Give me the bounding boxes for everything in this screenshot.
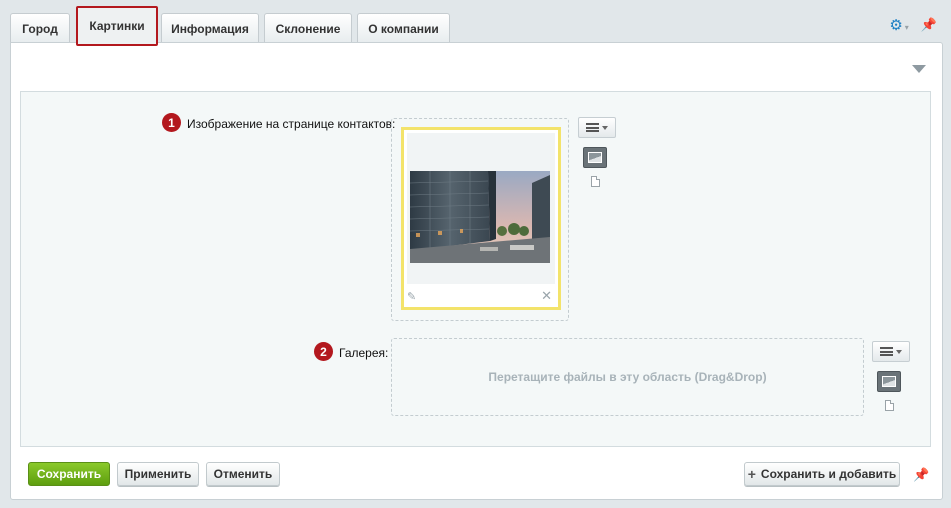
tab-declension[interactable]: Склонение bbox=[264, 13, 352, 43]
tab-images[interactable]: Картинки bbox=[76, 6, 158, 46]
field-number-badge: 2 bbox=[314, 342, 333, 361]
top-toolbar: ⚙ ▾ 📌 bbox=[889, 16, 937, 34]
dropzone-text: Перетащите файлы в эту область (Drag&Dro… bbox=[488, 370, 767, 384]
image-icon bbox=[882, 376, 896, 387]
image-thumbnail-area bbox=[407, 133, 555, 284]
field-menu-button[interactable] bbox=[578, 117, 616, 138]
plus-icon: + bbox=[747, 466, 756, 482]
chevron-down-icon[interactable]: ▾ bbox=[905, 23, 909, 32]
add-image-button[interactable] bbox=[877, 371, 901, 392]
save-and-add-label: Сохранить и добавить bbox=[760, 467, 897, 481]
add-image-button[interactable] bbox=[583, 147, 607, 168]
images-section: 1 Изображение на странице контактов: ✎ ✕… bbox=[20, 91, 931, 447]
tab-about-company[interactable]: О компании bbox=[357, 13, 450, 43]
contact-image-tools bbox=[578, 117, 616, 187]
contact-image-field: ✎ ✕ bbox=[391, 118, 569, 321]
pin-icon[interactable]: 📌 bbox=[913, 467, 929, 483]
gear-icon[interactable]: ⚙ bbox=[889, 17, 902, 34]
delete-icon[interactable]: ✕ bbox=[541, 288, 552, 304]
file-icon[interactable] bbox=[591, 176, 600, 187]
form-panel: 1 Изображение на странице контактов: ✎ ✕… bbox=[10, 42, 943, 500]
menu-icon bbox=[586, 123, 599, 132]
chevron-down-icon bbox=[602, 125, 608, 130]
edit-icon[interactable]: ✎ bbox=[407, 290, 416, 303]
chevron-down-icon bbox=[896, 349, 902, 354]
pin-icon[interactable]: 📌 bbox=[921, 17, 937, 33]
gallery-label: Галерея: bbox=[339, 346, 389, 360]
image-preview-frame[interactable]: ✎ ✕ bbox=[401, 127, 561, 310]
tab-information[interactable]: Информация bbox=[161, 13, 259, 43]
cancel-button[interactable]: Отменить bbox=[206, 462, 280, 486]
menu-icon bbox=[880, 347, 893, 356]
field-menu-button[interactable] bbox=[872, 341, 910, 362]
section-header bbox=[11, 43, 942, 91]
settings-menu[interactable]: ⚙ ▾ bbox=[889, 16, 908, 34]
image-icon bbox=[588, 152, 602, 163]
tab-city[interactable]: Город bbox=[10, 13, 70, 43]
apply-button[interactable]: Применить bbox=[117, 462, 199, 486]
building-photo bbox=[410, 171, 550, 263]
save-and-add-button[interactable]: + Сохранить и добавить bbox=[744, 462, 900, 486]
field-number-badge: 1 bbox=[162, 113, 181, 132]
contact-image-thumbnail bbox=[410, 171, 550, 263]
file-icon[interactable] bbox=[885, 400, 894, 411]
collapse-arrow-icon[interactable] bbox=[912, 65, 926, 73]
gallery-tools bbox=[872, 341, 910, 411]
save-button[interactable]: Сохранить bbox=[28, 462, 110, 486]
contact-image-label: Изображение на странице контактов: bbox=[187, 117, 396, 131]
gallery-dropzone[interactable]: Перетащите файлы в эту область (Drag&Dro… bbox=[391, 338, 864, 416]
